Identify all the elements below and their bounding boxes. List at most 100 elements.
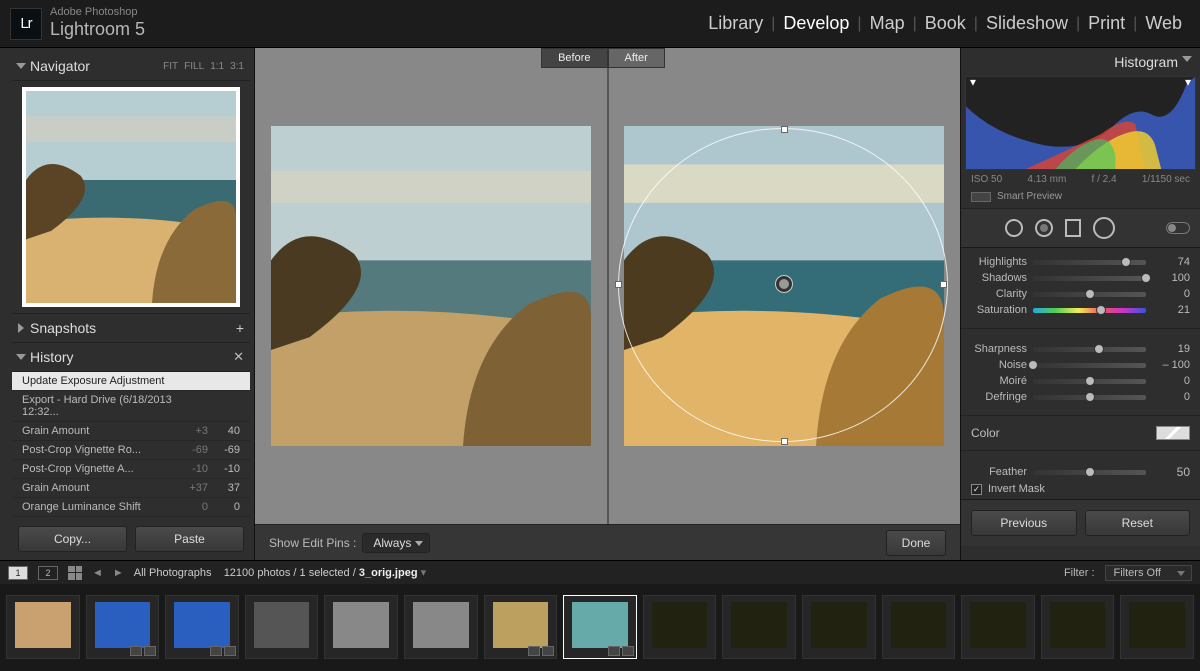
disclosure-triangle-icon: [16, 354, 26, 360]
snapshots-header[interactable]: Snapshots +: [12, 313, 250, 343]
history-item[interactable]: Update Exposure Adjustment: [12, 372, 250, 391]
checkbox-icon: [971, 484, 982, 495]
history-item[interactable]: Post-Crop Vignette Ro...-69-69: [12, 441, 250, 460]
module-slideshow[interactable]: Slideshow: [978, 13, 1076, 34]
filmstrip-bar: 1 2 ◄ ► All Photographs 12100 photos / 1…: [0, 560, 1200, 584]
filmstrip-thumb[interactable]: [722, 595, 796, 659]
slider-saturation[interactable]: Saturation21: [971, 304, 1190, 316]
filmstrip-thumb[interactable]: [563, 595, 637, 659]
color-swatch[interactable]: [1156, 426, 1190, 440]
filmstrip-thumb[interactable]: [882, 595, 956, 659]
after-pane[interactable]: [609, 48, 961, 524]
zoom-3:1[interactable]: 3:1: [230, 61, 244, 72]
smart-preview-icon: [971, 192, 991, 202]
module-book[interactable]: Book: [917, 13, 974, 34]
filmstrip-thumb[interactable]: [484, 595, 558, 659]
filmstrip-thumb[interactable]: [165, 595, 239, 659]
radial-filter-icon[interactable]: [1093, 217, 1115, 239]
grid-view-icon[interactable]: [68, 566, 82, 580]
reset-button[interactable]: Reset: [1085, 510, 1191, 536]
slider-shadows[interactable]: Shadows100: [971, 272, 1190, 284]
filmstrip[interactable]: [0, 584, 1200, 670]
slider-highlights[interactable]: Highlights74: [971, 256, 1190, 268]
module-map[interactable]: Map: [862, 13, 913, 34]
history-list: Update Exposure AdjustmentExport - Hard …: [12, 372, 250, 518]
slider-group-detail: Sharpness19 Noise– 100 Moiré0 Defringe0: [961, 335, 1200, 409]
after-photo: [624, 126, 944, 446]
history-item[interactable]: Export - Hard Drive (6/18/2013 12:32...: [12, 391, 250, 422]
history-item[interactable]: Grain Amount+340: [12, 422, 250, 441]
module-print[interactable]: Print: [1080, 13, 1133, 34]
filmstrip-thumb[interactable]: [324, 595, 398, 659]
histogram[interactable]: [965, 76, 1196, 170]
history-header[interactable]: History ✕: [12, 343, 250, 372]
disclosure-triangle-icon: [16, 63, 26, 69]
module-develop[interactable]: Develop: [775, 13, 857, 34]
clear-history-icon[interactable]: ✕: [233, 349, 244, 365]
slider-group-tone: Highlights74 Shadows100 Clarity0 Saturation…: [961, 248, 1200, 322]
feather-slider[interactable]: Feather 50: [971, 465, 1190, 479]
navigator-title: Navigator: [30, 58, 90, 74]
filmstrip-thumb[interactable]: [1120, 595, 1194, 659]
color-row: Color: [961, 422, 1200, 444]
exif-row: ISO 504.13 mmf / 2.41/1150 sec: [961, 170, 1200, 189]
monitor-2-button[interactable]: 2: [38, 566, 58, 580]
history-item[interactable]: Grain Amount+3737: [12, 479, 250, 498]
filmstrip-thumb[interactable]: [1041, 595, 1115, 659]
history-item[interactable]: Orange Luminance Shift00: [12, 498, 250, 517]
next-photo-icon[interactable]: ►: [113, 567, 124, 579]
before-pane[interactable]: [255, 48, 609, 524]
navigator-header[interactable]: Navigator FIT FILL 1:1 3:1: [12, 52, 250, 81]
logo-icon: Lr: [10, 8, 42, 40]
add-snapshot-icon[interactable]: +: [236, 320, 244, 336]
redeye-tool-icon[interactable]: [1035, 219, 1053, 237]
monitor-1-button[interactable]: 1: [8, 566, 28, 580]
edit-pins-dropdown[interactable]: Always: [362, 533, 430, 553]
navigator-zoom-opts[interactable]: FIT FILL 1:1 3:1: [163, 61, 244, 72]
histogram-header[interactable]: Histogram: [961, 48, 1200, 76]
filmstrip-thumb[interactable]: [643, 595, 717, 659]
zoom-1:1[interactable]: 1:1: [210, 61, 224, 72]
brand: Adobe Photoshop Lightroom 5: [50, 6, 145, 41]
toolbar: Show Edit Pins : Always Done: [255, 524, 960, 560]
smart-preview-row: Smart Preview: [961, 189, 1200, 209]
slider-sharpness[interactable]: Sharpness19: [971, 343, 1190, 355]
module-tabs: Library|Develop|Map|Book|Slideshow|Print…: [700, 13, 1190, 34]
filter-dropdown[interactable]: Filters Off: [1105, 565, 1192, 581]
history-item[interactable]: Post-Crop Vignette A...-10-10: [12, 460, 250, 479]
history-title: History: [30, 349, 74, 365]
graduated-filter-icon[interactable]: [1065, 219, 1081, 237]
filmstrip-thumb[interactable]: [6, 595, 80, 659]
filmstrip-thumb[interactable]: [245, 595, 319, 659]
copy-button[interactable]: Copy...: [18, 526, 127, 552]
paste-button[interactable]: Paste: [135, 526, 244, 552]
previous-button[interactable]: Previous: [971, 510, 1077, 536]
spot-tool-icon[interactable]: [1005, 219, 1023, 237]
brush-tool-icon[interactable]: [1166, 222, 1190, 234]
filmstrip-thumb[interactable]: [86, 595, 160, 659]
breadcrumb[interactable]: All Photographs 12100 photos / 1 selecte…: [134, 566, 426, 579]
snapshots-title: Snapshots: [30, 320, 96, 336]
crop-tool-icon[interactable]: [971, 220, 993, 236]
brand-app: Lightroom 5: [50, 19, 145, 41]
left-panel: Navigator FIT FILL 1:1 3:1 Snapshots + Hist…: [0, 48, 255, 560]
prev-photo-icon[interactable]: ◄: [92, 567, 103, 579]
zoom-fit[interactable]: FIT: [163, 61, 178, 72]
module-web[interactable]: Web: [1137, 13, 1190, 34]
local-tools-row: [961, 209, 1200, 248]
before-photo: [271, 126, 591, 446]
slider-moiré[interactable]: Moiré0: [971, 375, 1190, 387]
module-library[interactable]: Library: [700, 13, 771, 34]
navigator-thumbnail[interactable]: [22, 87, 240, 307]
done-button[interactable]: Done: [886, 530, 946, 556]
filmstrip-thumb[interactable]: [802, 595, 876, 659]
invert-mask-checkbox[interactable]: Invert Mask: [971, 483, 1190, 495]
filmstrip-thumb[interactable]: [404, 595, 478, 659]
zoom-fill[interactable]: FILL: [184, 61, 204, 72]
slider-noise[interactable]: Noise– 100: [971, 359, 1190, 371]
slider-clarity[interactable]: Clarity0: [971, 288, 1190, 300]
slider-defringe[interactable]: Defringe0: [971, 391, 1190, 403]
brand-sub: Adobe Photoshop: [50, 6, 145, 19]
center-canvas: Before After: [255, 48, 960, 560]
filmstrip-thumb[interactable]: [961, 595, 1035, 659]
